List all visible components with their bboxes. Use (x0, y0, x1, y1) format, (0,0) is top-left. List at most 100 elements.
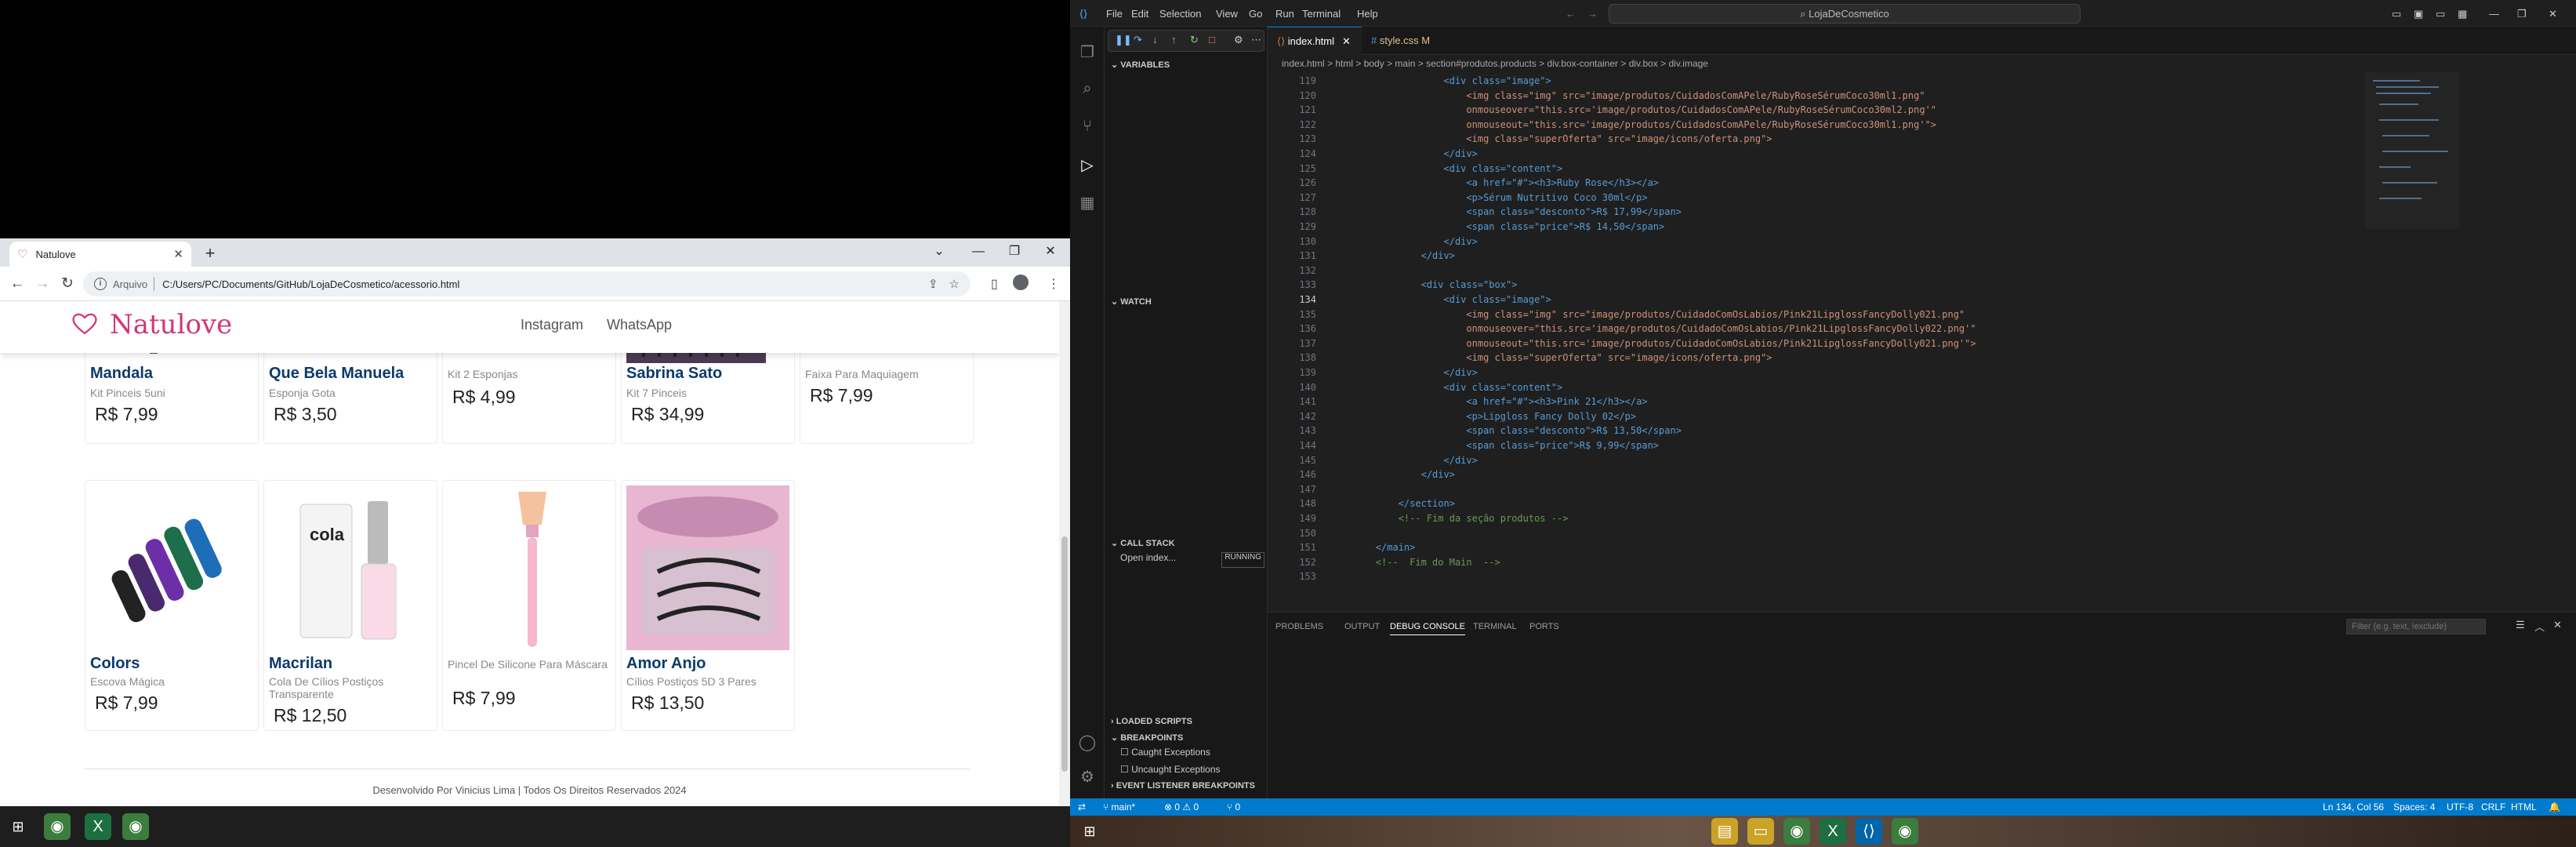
product-name[interactable]: Que Bela Manuela (269, 365, 404, 383)
chrome-app-icon[interactable]: ◉ (1783, 818, 1810, 845)
watch-header[interactable]: ⌄ WATCH (1111, 296, 1152, 307)
event-listener-header[interactable]: › EVENT LISTENER BREAKPOINTS (1111, 781, 1255, 791)
product-card[interactable]: Colors Escova Mágica R$ 7,99 (85, 480, 259, 731)
start-icon[interactable]: ⊞ (5, 813, 31, 840)
code-line[interactable]: <a href="#"><h3>Ruby Rose</h3></a> (1330, 177, 1659, 188)
call-stack-item[interactable]: Open index... RUNNING (1120, 552, 1264, 568)
breakpoints-header[interactable]: ⌄ BREAKPOINTS (1111, 732, 1183, 743)
code-line[interactable]: onmouseout="this.src='image/produtos/Cui… (1330, 338, 1976, 349)
run-debug-icon[interactable]: ▷ (1077, 155, 1098, 176)
code-line[interactable]: <p>Lipgloss Fancy Dolly 02</p> (1330, 411, 1636, 422)
code-line[interactable]: </main> (1330, 542, 1416, 553)
back-button[interactable]: ← (6, 273, 28, 295)
line-ending[interactable]: CRLF (2481, 798, 2505, 816)
step-out-icon[interactable]: ↑ (1171, 34, 1177, 45)
code-line[interactable]: <div class="image"> (1330, 75, 1551, 86)
share-icon[interactable]: ⇪ (928, 277, 938, 291)
tab-index-html[interactable]: ⟨⟩ index.html ✕ (1268, 27, 1362, 55)
info-icon[interactable]: i (94, 278, 107, 290)
start-icon[interactable]: ⊞ (1076, 818, 1103, 845)
product-card[interactable]: Pincel De Silicone Para Máscara R$ 7,99 (442, 480, 616, 731)
layout-icon[interactable]: ▦ (2458, 8, 2467, 20)
step-over-icon[interactable]: ↷ (1134, 34, 1142, 46)
minimize-button[interactable]: — (2489, 8, 2499, 20)
product-name[interactable]: Sabrina Sato (626, 365, 722, 383)
explorer-icon[interactable]: ❐ (1077, 42, 1098, 63)
menu-selection[interactable]: Selection (1159, 8, 1201, 20)
code-line[interactable]: <span class="price">R$ 9,99</span> (1330, 440, 1659, 451)
debug-toolbar[interactable]: ❚❚ ↷ ↓ ↑ ↻ □ ⚙ ⋯ (1108, 30, 1264, 52)
close-icon[interactable]: ✕ (173, 247, 183, 261)
caught-exceptions[interactable]: ☐ Caught Exceptions (1120, 747, 1210, 758)
menu-go[interactable]: Go (1249, 8, 1262, 20)
scroll-thumb[interactable] (1061, 536, 1068, 772)
site-logo[interactable]: Natulove (110, 309, 232, 340)
menu-run[interactable]: Run (1275, 8, 1294, 20)
tab-search-icon[interactable]: ⌄ (922, 240, 956, 264)
code-line[interactable]: </div> (1330, 455, 1477, 466)
layout-icon[interactable]: ▣ (2414, 8, 2423, 20)
menu-terminal[interactable]: Terminal (1302, 8, 1341, 20)
chrome-app-icon[interactable]: ◉ (1892, 818, 1918, 845)
vscode-app-icon[interactable]: ⟨⟩ (1856, 818, 1882, 845)
menu-edit[interactable]: Edit (1131, 8, 1148, 20)
ports-indicator[interactable]: ⑂ 0 (1227, 798, 1240, 816)
more-icon[interactable]: ⋯ (1251, 34, 1261, 46)
search-icon[interactable]: ⌕ (1077, 80, 1098, 100)
code-line[interactable]: <!-- Fim da seção produtos --> (1330, 513, 1569, 524)
file-explorer-icon[interactable]: ▤ (1711, 818, 1738, 845)
panel-tab-problems[interactable]: PROBLEMS (1275, 622, 1323, 631)
excel-app-icon[interactable]: X (85, 813, 111, 840)
close-icon[interactable]: ✕ (1342, 35, 1351, 47)
excel-app-icon[interactable]: X (1820, 818, 1846, 845)
code-line[interactable]: onmouseover="this.src='image/produtos/Cu… (1330, 104, 1936, 115)
code-line[interactable]: <div class="image"> (1330, 294, 1551, 305)
code-line[interactable]: </section> (1330, 498, 1455, 509)
code-line[interactable]: <a href="#"><h3>Pink 21</h3></a> (1330, 396, 1647, 407)
loaded-scripts-header[interactable]: › LOADED SCRIPTS (1111, 717, 1192, 726)
restore-button[interactable]: ❐ (997, 240, 1032, 264)
code-line[interactable]: <div class="content"> (1330, 382, 1562, 393)
product-name[interactable]: Mandala (90, 365, 153, 383)
panel-tab-terminal[interactable]: TERMINAL (1473, 622, 1517, 631)
product-card[interactable]: Amor Anjo Cílios Postiços 5D 3 Pares R$ … (621, 480, 795, 731)
browser-tab[interactable]: ♡ Natulove ✕ (9, 242, 191, 267)
close-window-button[interactable]: ✕ (2549, 8, 2557, 20)
pause-icon[interactable]: ❚❚ (1115, 34, 1132, 46)
nav-back-icon[interactable]: ← (1566, 8, 1576, 20)
menu-help[interactable]: Help (1357, 8, 1378, 20)
code-line[interactable]: </div> (1330, 367, 1477, 378)
panel-tab-ports[interactable]: PORTS (1529, 622, 1559, 631)
problems-indicator[interactable]: ⊗ 0 ⚠ 0 (1164, 798, 1199, 816)
source-control-icon[interactable]: ⑂ (1077, 118, 1098, 138)
indentation[interactable]: Spaces: 4 (2393, 798, 2435, 816)
cursor-position[interactable]: Ln 134, Col 56 (2323, 798, 2384, 816)
remote-icon[interactable]: ⇄ (1078, 798, 1086, 816)
code-line[interactable]: <img class="img" src="image/produtos/Cui… (1330, 90, 1925, 101)
menu-icon[interactable]: ⋮ (1047, 276, 1060, 292)
chrome-app-icon[interactable]: ◉ (44, 813, 71, 840)
folder-icon[interactable]: ▭ (1747, 818, 1774, 845)
nav-forward-icon[interactable]: → (1587, 8, 1598, 20)
url-text[interactable]: C:/Users/PC/Documents/GitHub/LojaDeCosme… (162, 278, 917, 290)
minimap[interactable] (2365, 72, 2459, 612)
stop-icon[interactable]: □ (1209, 34, 1215, 45)
close-panel-icon[interactable]: ✕ (2553, 619, 2562, 631)
code-line[interactable]: </div> (1330, 236, 1477, 247)
address-bar[interactable]: i Arquivo C:/Users/PC/Documents/GitHub/L… (83, 271, 971, 296)
code-line[interactable]: <span class="price">R$ 14,50</span> (1330, 221, 1664, 232)
panel-tab-output[interactable]: OUTPUT (1344, 622, 1380, 631)
code-line[interactable]: onmouseout="this.src='image/produtos/Cui… (1330, 119, 1936, 130)
panel-tab-debug-console[interactable]: DEBUG CONSOLE (1390, 622, 1465, 635)
uncaught-exceptions[interactable]: ☐ Uncaught Exceptions (1120, 764, 1221, 775)
code-line[interactable]: <span class="desconto">R$ 13,50</span> (1330, 425, 1682, 436)
command-center[interactable]: ⌕ LojaDeCosmetico (1609, 4, 2081, 24)
code-line[interactable]: </div> (1330, 469, 1455, 480)
restore-button[interactable]: ❐ (2517, 8, 2527, 20)
layout-icon[interactable]: ▭ (2392, 8, 2401, 20)
maximize-panel-icon[interactable]: ︿ (2534, 619, 2545, 634)
menu-file[interactable]: File (1106, 8, 1123, 20)
gear-icon[interactable]: ⚙ (1234, 34, 1243, 46)
encoding[interactable]: UTF-8 (2447, 798, 2473, 816)
avatar[interactable] (1013, 274, 1029, 290)
